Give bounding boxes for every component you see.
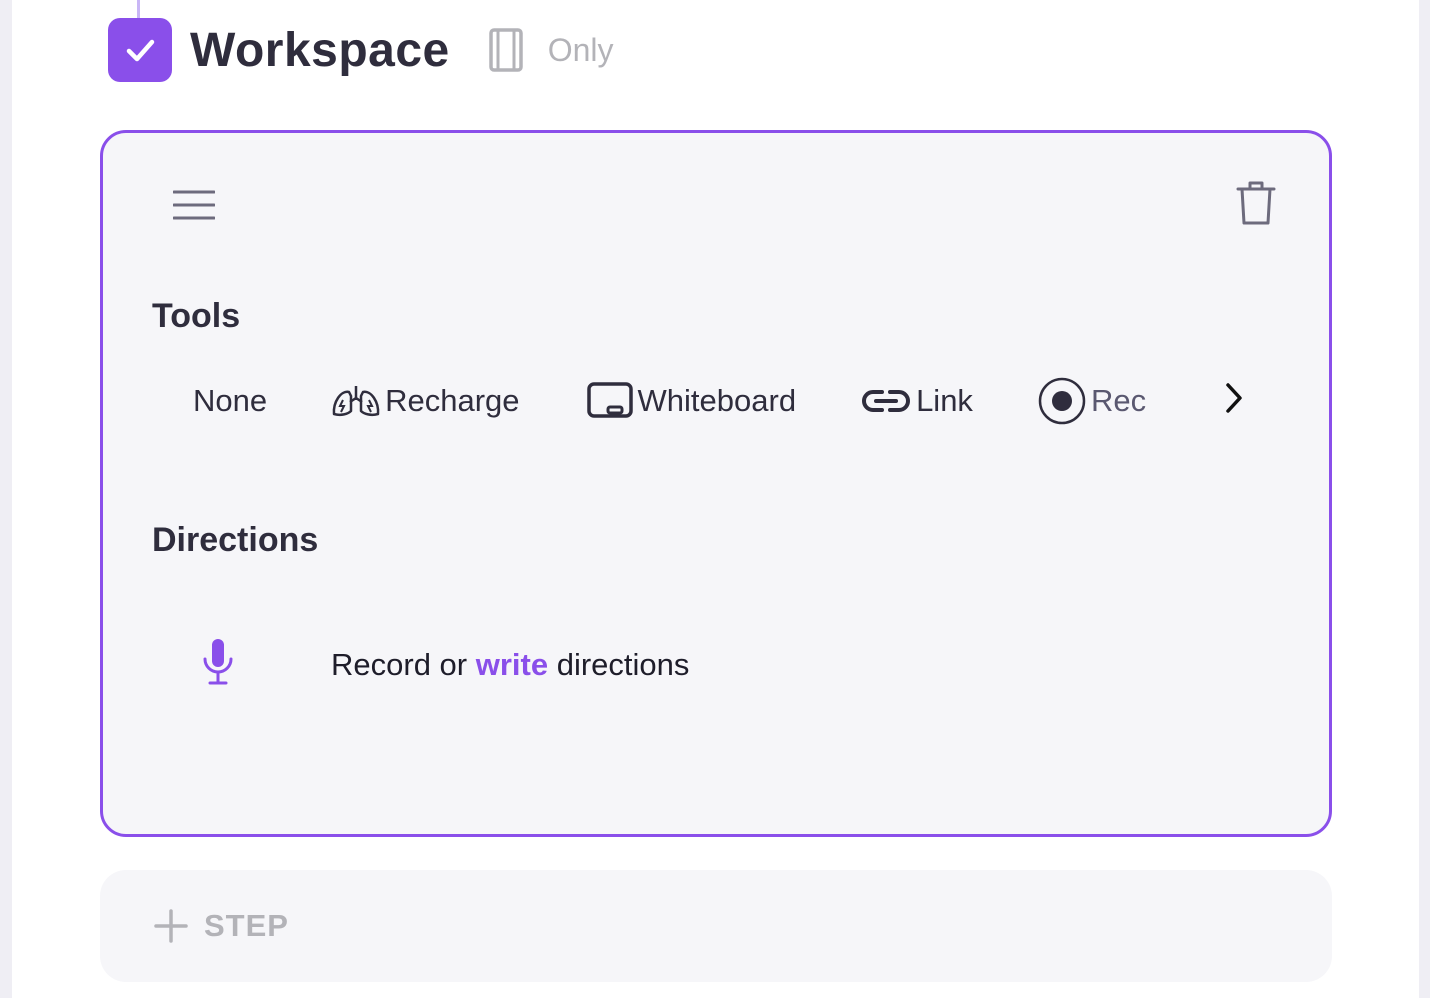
- tool-recharge-label: Recharge: [385, 383, 520, 418]
- tools-fade: [1191, 373, 1221, 429]
- directions-prompt: Record or write directions: [331, 647, 689, 683]
- add-step-button[interactable]: STEP: [100, 870, 1332, 982]
- chevron-right-icon[interactable]: [1223, 381, 1245, 420]
- tool-link-label: Link: [916, 383, 973, 418]
- tools-list: None Recharge Whiteboard Link Rec: [183, 373, 1243, 429]
- hamburger-menu-icon[interactable]: [172, 189, 216, 226]
- record-icon: [1037, 376, 1087, 426]
- tools-heading: Tools: [152, 297, 241, 335]
- directions-text-before: Record or: [331, 646, 476, 682]
- tool-whiteboard[interactable]: Whiteboard: [586, 381, 797, 421]
- write-directions-link[interactable]: write: [476, 647, 548, 682]
- scope-label[interactable]: Only: [548, 32, 614, 69]
- page: Workspace Only Tools None Recharge White…: [12, 0, 1419, 998]
- film-strip-icon[interactable]: [486, 26, 526, 74]
- directions-text-after: directions: [548, 646, 690, 682]
- directions-input[interactable]: Record or write directions: [201, 637, 689, 692]
- checkmark-icon: [126, 39, 155, 62]
- connector-line: [137, 0, 140, 18]
- tool-recharge[interactable]: Recharge: [331, 383, 520, 419]
- microphone-icon[interactable]: [201, 637, 235, 692]
- tool-none-label: None: [193, 383, 268, 418]
- workspace-title: Workspace: [190, 23, 450, 77]
- step-card: Tools None Recharge Whiteboard Link Rec …: [100, 130, 1332, 837]
- whiteboard-icon: [586, 381, 634, 421]
- workspace-header: Workspace Only: [108, 18, 614, 82]
- tool-link[interactable]: Link: [860, 383, 973, 419]
- lungs-icon: [331, 384, 381, 418]
- tool-none[interactable]: None: [193, 383, 267, 419]
- directions-heading: Directions: [152, 521, 319, 559]
- workspace-checkbox[interactable]: [108, 18, 172, 82]
- link-icon: [860, 385, 912, 417]
- trash-icon[interactable]: [1236, 179, 1276, 232]
- plus-icon: [154, 909, 188, 943]
- tool-whiteboard-label: Whiteboard: [637, 383, 797, 418]
- add-step-label: STEP: [204, 908, 289, 943]
- tool-record[interactable]: Rec: [1037, 376, 1146, 426]
- tool-record-label: Rec: [1090, 383, 1147, 418]
